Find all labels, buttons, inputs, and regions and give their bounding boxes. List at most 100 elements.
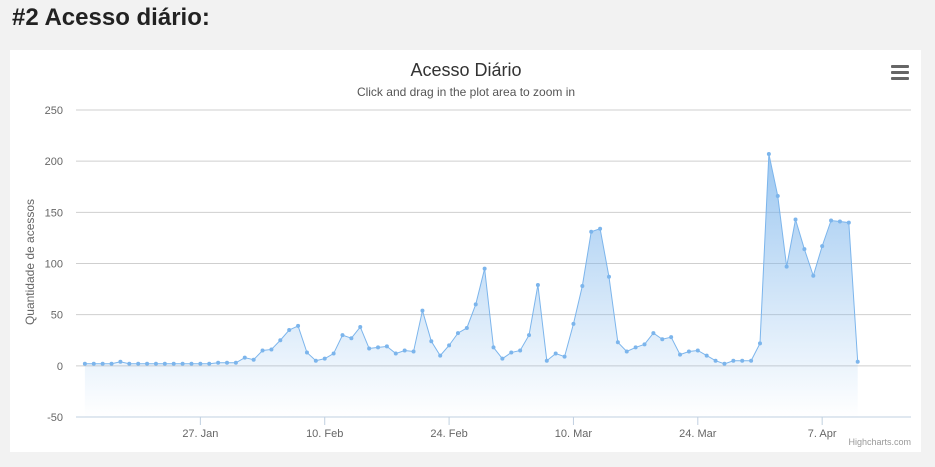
data-point[interactable] — [384, 344, 389, 349]
data-point[interactable] — [766, 152, 771, 156]
data-point[interactable] — [464, 325, 469, 330]
data-point[interactable] — [198, 361, 203, 366]
data-point[interactable] — [331, 351, 336, 356]
data-point[interactable] — [695, 348, 700, 353]
data-point[interactable] — [731, 358, 736, 363]
data-point[interactable] — [757, 341, 762, 346]
data-point[interactable] — [793, 217, 798, 222]
data-point[interactable] — [411, 349, 416, 354]
data-point[interactable] — [518, 348, 523, 353]
data-point[interactable] — [802, 247, 807, 252]
data-point[interactable] — [615, 340, 620, 345]
data-point[interactable] — [829, 218, 834, 223]
data-point[interactable] — [447, 343, 452, 348]
data-point[interactable] — [127, 361, 132, 366]
data-point[interactable] — [775, 193, 780, 198]
data-point[interactable] — [82, 361, 87, 366]
data-point[interactable] — [340, 333, 345, 338]
data-point[interactable] — [100, 361, 105, 366]
data-point[interactable] — [393, 351, 398, 356]
data-point[interactable] — [660, 337, 665, 342]
x-axis: 27. Jan 10. Feb 24. Feb 10. Mar 24. Mar 7. Ap… — [76, 416, 911, 440]
data-point[interactable] — [304, 350, 309, 355]
data-point[interactable] — [455, 331, 460, 336]
data-point[interactable] — [811, 273, 816, 278]
chart-subtitle: Click and drag in the plot area to zoom … — [357, 85, 575, 99]
data-point[interactable] — [109, 361, 114, 366]
data-point[interactable] — [225, 360, 230, 365]
data-point[interactable] — [713, 358, 718, 363]
y-tick-label: 0 — [57, 361, 63, 373]
data-point[interactable] — [322, 356, 327, 361]
data-point[interactable] — [260, 348, 265, 353]
data-point[interactable] — [820, 244, 825, 249]
data-point[interactable] — [367, 346, 372, 351]
data-point[interactable] — [544, 358, 549, 363]
data-point[interactable] — [509, 350, 514, 355]
data-point[interactable] — [562, 354, 567, 359]
data-point[interactable] — [651, 331, 656, 336]
data-point[interactable] — [189, 361, 194, 366]
page-heading: #2 Acesso diário: — [12, 4, 210, 31]
chart-svg[interactable]: Acesso Diário Click and drag in the plot… — [10, 50, 921, 452]
data-point[interactable] — [553, 351, 558, 356]
data-point[interactable] — [633, 345, 638, 350]
data-point[interactable] — [500, 356, 505, 361]
data-point[interactable] — [580, 284, 585, 289]
data-point[interactable] — [598, 226, 603, 231]
data-point[interactable] — [740, 358, 745, 363]
data-point[interactable] — [145, 361, 150, 366]
chart-panel[interactable]: Acesso Diário Click and drag in the plot… — [10, 50, 921, 452]
data-point[interactable] — [438, 353, 443, 358]
y-tick-label: 250 — [45, 105, 63, 117]
data-point[interactable] — [216, 360, 221, 365]
chart-title: Acesso Diário — [410, 60, 521, 80]
data-point[interactable] — [296, 323, 301, 328]
data-point[interactable] — [473, 302, 478, 307]
data-point[interactable] — [180, 361, 185, 366]
data-point[interactable] — [669, 335, 674, 340]
chart-menu-button[interactable] — [889, 63, 911, 81]
data-point[interactable] — [624, 349, 629, 354]
data-point[interactable] — [491, 345, 496, 350]
data-point[interactable] — [420, 308, 425, 313]
data-point[interactable] — [837, 219, 842, 224]
data-point[interactable] — [704, 353, 709, 358]
data-point[interactable] — [678, 352, 683, 357]
data-point[interactable] — [153, 361, 158, 366]
data-point[interactable] — [251, 357, 256, 362]
data-point[interactable] — [749, 358, 754, 363]
data-point[interactable] — [855, 359, 860, 364]
y-tick-label: 200 — [45, 156, 63, 168]
data-point[interactable] — [784, 264, 789, 269]
data-point[interactable] — [278, 338, 283, 343]
data-point[interactable] — [376, 345, 381, 350]
data-point[interactable] — [349, 336, 354, 341]
data-point[interactable] — [589, 229, 594, 234]
data-point[interactable] — [171, 361, 176, 366]
data-point[interactable] — [269, 347, 274, 352]
data-point[interactable] — [287, 328, 292, 333]
data-point[interactable] — [118, 359, 123, 364]
data-point[interactable] — [91, 361, 96, 366]
data-point[interactable] — [535, 282, 540, 287]
data-point[interactable] — [358, 324, 363, 329]
highcharts-credits[interactable]: Highcharts.com — [848, 437, 911, 447]
data-point[interactable] — [207, 361, 212, 366]
data-point[interactable] — [402, 348, 407, 353]
y-axis-title: Quantidade de acessos — [23, 199, 37, 325]
data-point[interactable] — [313, 358, 318, 363]
data-point[interactable] — [722, 361, 727, 366]
data-point[interactable] — [606, 274, 611, 279]
data-point[interactable] — [242, 355, 247, 360]
data-point[interactable] — [429, 339, 434, 344]
data-point[interactable] — [136, 361, 141, 366]
data-point[interactable] — [482, 266, 487, 271]
data-point[interactable] — [571, 321, 576, 326]
data-point[interactable] — [162, 361, 167, 366]
data-point[interactable] — [686, 349, 691, 354]
data-point[interactable] — [846, 220, 851, 225]
data-point[interactable] — [642, 342, 647, 347]
data-point[interactable] — [527, 333, 532, 338]
data-point[interactable] — [233, 360, 238, 365]
